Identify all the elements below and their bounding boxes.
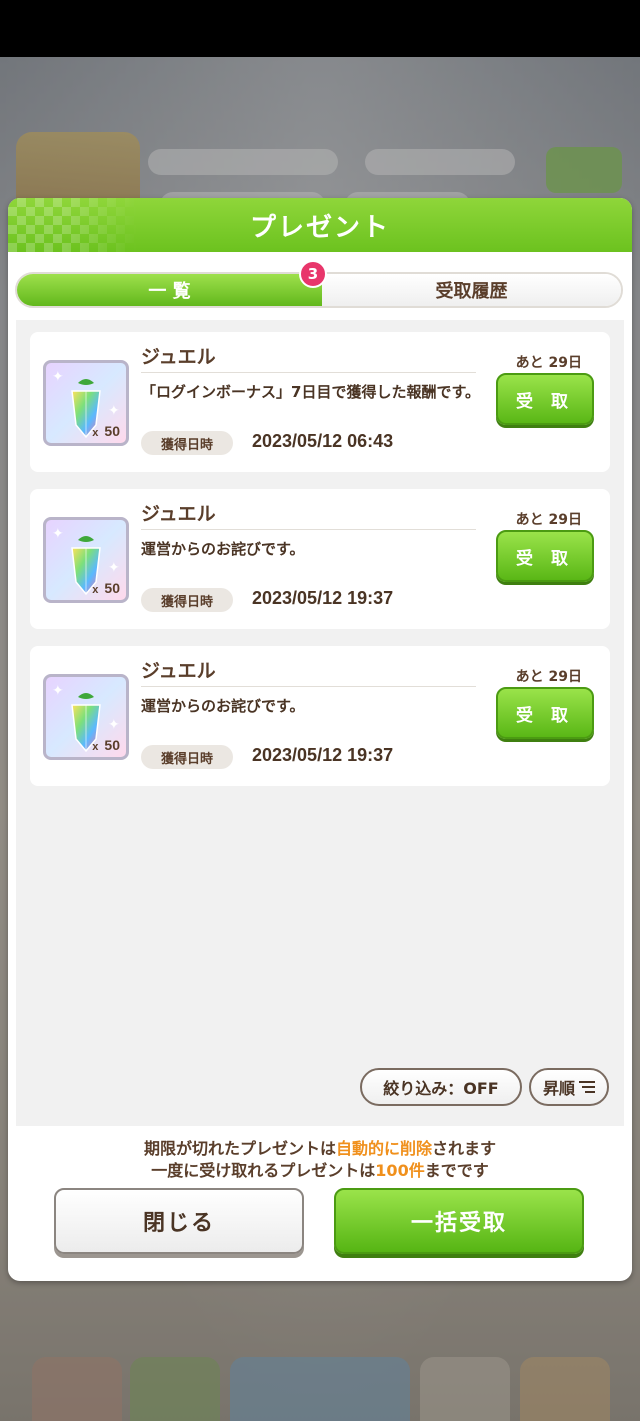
item-name: ジュエル [141, 503, 216, 525]
present-list[interactable]: ✦ ✦ x 50 ジュエル 「ログインボーナス」7日目で獲得した報酬です。 獲得日… [16, 320, 624, 1126]
notification-badge: 3 [299, 260, 327, 288]
date-label: 獲得日時 [141, 745, 233, 769]
date-label: 獲得日時 [141, 588, 233, 612]
remaining-days: あと 29日 [515, 669, 582, 685]
remaining-days: あと 29日 [515, 355, 582, 371]
item-description: 運営からのお詫びです。 [141, 697, 305, 715]
sort-label: 昇順 [542, 1079, 575, 1098]
item-name: ジュエル [141, 346, 216, 368]
acquired-date: 2023/05/12 19:37 [252, 588, 394, 608]
sort-button[interactable]: 昇順 [529, 1068, 609, 1106]
present-dialog: プレゼント 一 覧 受取履歴 3 ✦ ✦ x 50 ジュエル 「ログインボーナス」… [8, 198, 632, 1281]
jewel-item-icon: ✦ ✦ x 50 [43, 674, 129, 760]
present-card: ✦ ✦ x 50 ジュエル 運営からのお詫びです。 獲得日時 2023/05/12… [30, 646, 610, 786]
tab-list[interactable]: 一 覧 [17, 274, 322, 306]
divider [141, 686, 476, 687]
acquired-date: 2023/05/12 06:43 [252, 431, 394, 451]
filter-button[interactable]: 絞り込み：OFF [360, 1068, 522, 1106]
item-description: 「ログインボーナス」7日目で獲得した報酬です。 [141, 383, 480, 401]
item-quantity: x 50 [92, 580, 120, 596]
divider [141, 372, 476, 373]
tab-bar: 一 覧 受取履歴 3 [15, 260, 623, 308]
date-label: 獲得日時 [141, 431, 233, 455]
jewel-item-icon: ✦ ✦ x 50 [43, 517, 129, 603]
header-pattern [8, 198, 138, 252]
item-quantity: x 50 [92, 423, 120, 439]
present-card: ✦ ✦ x 50 ジュエル 「ログインボーナス」7日目で獲得した報酬です。 獲得日… [30, 332, 610, 472]
status-bar [0, 0, 640, 57]
acquired-date: 2023/05/12 19:37 [252, 745, 394, 765]
item-name: ジュエル [141, 660, 216, 682]
divider [141, 529, 476, 530]
dialog-title: プレゼント [249, 212, 390, 243]
claim-button[interactable]: 受 取 [496, 530, 594, 582]
bulk-claim-button[interactable]: 一括受取 [334, 1188, 584, 1254]
sort-lines-icon [579, 1081, 595, 1093]
notice-limit: 一度に受け取れるプレゼントは100件までです [151, 1161, 489, 1180]
item-quantity: x 50 [92, 737, 120, 753]
item-description: 運営からのお詫びです。 [141, 540, 305, 558]
close-button[interactable]: 閉じる [54, 1188, 304, 1254]
claim-button[interactable]: 受 取 [496, 687, 594, 739]
tab-history[interactable]: 受取履歴 [322, 274, 621, 306]
remaining-days: あと 29日 [515, 512, 582, 528]
jewel-item-icon: ✦ ✦ x 50 [43, 360, 129, 446]
dialog-header: プレゼント [8, 198, 632, 252]
notice-expiry: 期限が切れたプレゼントは自動的に削除されます [143, 1139, 497, 1158]
present-card: ✦ ✦ x 50 ジュエル 運営からのお詫びです。 獲得日時 2023/05/12… [30, 489, 610, 629]
claim-button[interactable]: 受 取 [496, 373, 594, 425]
